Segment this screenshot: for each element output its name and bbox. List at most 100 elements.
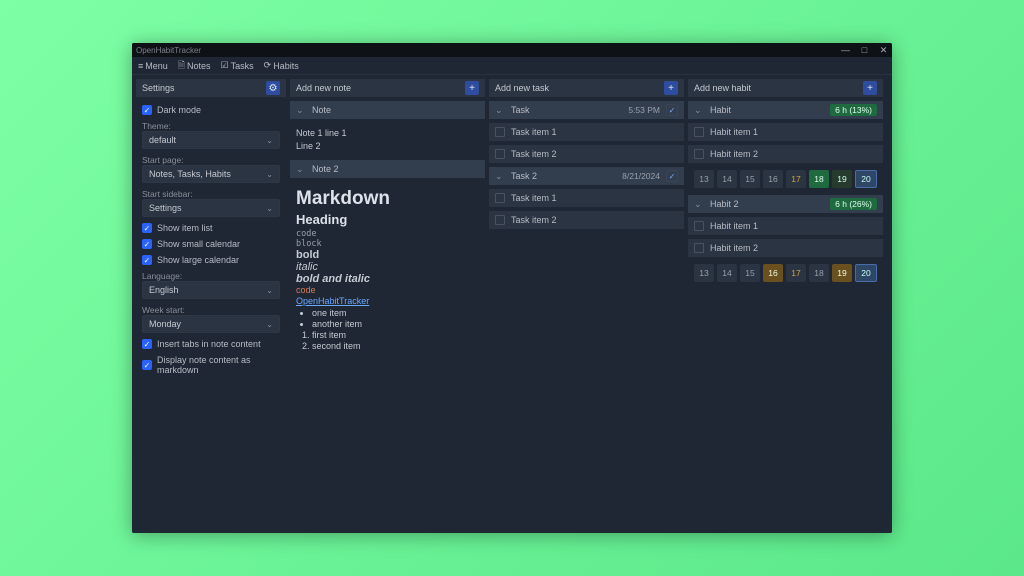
start-sidebar-label: Start sidebar:: [142, 189, 280, 199]
day-cell[interactable]: 13: [694, 170, 714, 188]
titlebar: OpenHabitTracker — □ ✕: [132, 43, 892, 57]
menubar: ≡ Menu 🗎 Notes ☑ Tasks ⟳ Habits: [132, 57, 892, 75]
task-item[interactable]: Task item 1: [489, 189, 684, 207]
show-large-cal-checkbox[interactable]: ✓: [142, 255, 152, 265]
habit-item[interactable]: Habit item 2: [688, 239, 883, 257]
week-start-select[interactable]: Monday⌄: [142, 315, 280, 333]
titlebar-title: OpenHabitTracker: [136, 46, 201, 55]
task-item[interactable]: Task item 1: [489, 123, 684, 141]
collapse-icon[interactable]: ⌄: [296, 105, 306, 116]
tasks-header: Add new task +: [489, 79, 684, 97]
theme-select[interactable]: default⌄: [142, 131, 280, 149]
habit-calendar-row: 13 14 15 16 17 18 19 20: [688, 167, 883, 191]
habit-item[interactable]: Habit item 1: [688, 123, 883, 141]
maximize-icon[interactable]: □: [860, 46, 869, 55]
habits-panel: Add new habit + ⌄ Habit 6 h (13%) Habit …: [688, 79, 883, 529]
day-cell[interactable]: 16: [763, 170, 783, 188]
note-content[interactable]: Note 1 line 1 Line 2: [290, 123, 485, 156]
collapse-icon[interactable]: ⌄: [296, 164, 306, 175]
show-item-list-checkbox[interactable]: ✓: [142, 223, 152, 233]
dark-mode-checkbox[interactable]: ✓: [142, 105, 152, 115]
day-cell[interactable]: 19: [832, 264, 852, 282]
checkbox-icon[interactable]: [694, 149, 704, 159]
show-small-cal-checkbox[interactable]: ✓: [142, 239, 152, 249]
habit-calendar-row: 13 14 15 16 17 18 19 20: [688, 261, 883, 285]
collapse-icon[interactable]: ⌄: [495, 105, 505, 116]
day-cell[interactable]: 19: [832, 170, 852, 188]
checkbox-icon[interactable]: [495, 149, 505, 159]
add-habit-button[interactable]: +: [863, 81, 877, 95]
start-sidebar-select[interactable]: Settings⌄: [142, 199, 280, 217]
chevron-down-icon: ⌄: [266, 320, 273, 329]
day-cell[interactable]: 15: [740, 264, 760, 282]
task-row[interactable]: ⌄ Task 5:53 PM ✓: [489, 101, 684, 119]
note-row[interactable]: ⌄ Note: [290, 101, 485, 119]
task-item[interactable]: Task item 2: [489, 145, 684, 163]
task-row[interactable]: ⌄ Task 2 8/21/2024 ✓: [489, 167, 684, 185]
day-cell[interactable]: 18: [809, 170, 829, 188]
day-cell[interactable]: 14: [717, 170, 737, 188]
close-icon[interactable]: ✕: [879, 46, 888, 55]
task-date: 8/21/2024: [622, 171, 660, 181]
day-cell[interactable]: 16: [763, 264, 783, 282]
chevron-down-icon: ⌄: [266, 170, 273, 179]
nav-tasks[interactable]: ☑ Tasks: [221, 60, 254, 71]
checkbox-icon[interactable]: [495, 215, 505, 225]
day-cell[interactable]: 18: [809, 264, 829, 282]
day-cell[interactable]: 15: [740, 170, 760, 188]
add-task-button[interactable]: +: [664, 81, 678, 95]
settings-header: Settings ⚙: [136, 79, 286, 97]
language-label: Language:: [142, 271, 280, 281]
day-cell[interactable]: 14: [717, 264, 737, 282]
week-start-label: Week start:: [142, 305, 280, 315]
start-page-select[interactable]: Notes, Tasks, Habits⌄: [142, 165, 280, 183]
collapse-icon[interactable]: ⌄: [694, 105, 704, 116]
settings-panel: Settings ⚙ ✓ Dark mode Theme: default⌄ St…: [136, 79, 286, 529]
insert-tabs-checkbox[interactable]: ✓: [142, 339, 152, 349]
checkbox-icon[interactable]: [694, 127, 704, 137]
note-link[interactable]: OpenHabitTracker: [296, 296, 369, 306]
notes-header: Add new note +: [290, 79, 485, 97]
habit-badge: 6 h (26%): [830, 198, 877, 210]
start-page-label: Start page:: [142, 155, 280, 165]
note-row[interactable]: ⌄ Note 2: [290, 160, 485, 178]
task-action-icon[interactable]: ✓: [666, 104, 678, 116]
menu-button[interactable]: ≡ Menu: [138, 61, 168, 71]
settings-action-icon[interactable]: ⚙: [266, 81, 280, 95]
collapse-icon[interactable]: ⌄: [495, 171, 505, 182]
checkbox-icon[interactable]: [694, 243, 704, 253]
day-cell[interactable]: 17: [786, 264, 806, 282]
window-controls: — □ ✕: [841, 46, 888, 55]
tasks-panel: Add new task + ⌄ Task 5:53 PM ✓ Task ite…: [489, 79, 684, 529]
habits-header: Add new habit +: [688, 79, 883, 97]
theme-label: Theme:: [142, 121, 280, 131]
minimize-icon[interactable]: —: [841, 46, 850, 55]
task-action-icon[interactable]: ✓: [666, 170, 678, 182]
habit-badge: 6 h (13%): [830, 104, 877, 116]
dark-mode-label: Dark mode: [157, 105, 201, 115]
day-cell[interactable]: 20: [855, 170, 877, 188]
chevron-down-icon: ⌄: [266, 286, 273, 295]
display-md-checkbox[interactable]: ✓: [142, 360, 152, 370]
habit-row[interactable]: ⌄ Habit 6 h (13%): [688, 101, 883, 119]
day-cell[interactable]: 13: [694, 264, 714, 282]
content-area: Settings ⚙ ✓ Dark mode Theme: default⌄ St…: [132, 75, 892, 533]
checkbox-icon[interactable]: [495, 127, 505, 137]
checkbox-icon[interactable]: [495, 193, 505, 203]
collapse-icon[interactable]: ⌄: [694, 199, 704, 210]
language-select[interactable]: English⌄: [142, 281, 280, 299]
add-note-button[interactable]: +: [465, 81, 479, 95]
habit-row[interactable]: ⌄ Habit 2 6 h (26%): [688, 195, 883, 213]
checkbox-icon[interactable]: [694, 221, 704, 231]
nav-notes[interactable]: 🗎 Notes: [178, 58, 211, 74]
chevron-down-icon: ⌄: [266, 136, 273, 145]
markdown-content[interactable]: Markdown Heading code block bold italic …: [290, 182, 485, 356]
habit-item[interactable]: Habit item 2: [688, 145, 883, 163]
day-cell[interactable]: 17: [786, 170, 806, 188]
day-cell[interactable]: 20: [855, 264, 877, 282]
notes-panel: Add new note + ⌄ Note Note 1 line 1 Line…: [290, 79, 485, 529]
nav-habits[interactable]: ⟳ Habits: [264, 60, 299, 71]
habit-item[interactable]: Habit item 1: [688, 217, 883, 235]
chevron-down-icon: ⌄: [266, 204, 273, 213]
task-item[interactable]: Task item 2: [489, 211, 684, 229]
